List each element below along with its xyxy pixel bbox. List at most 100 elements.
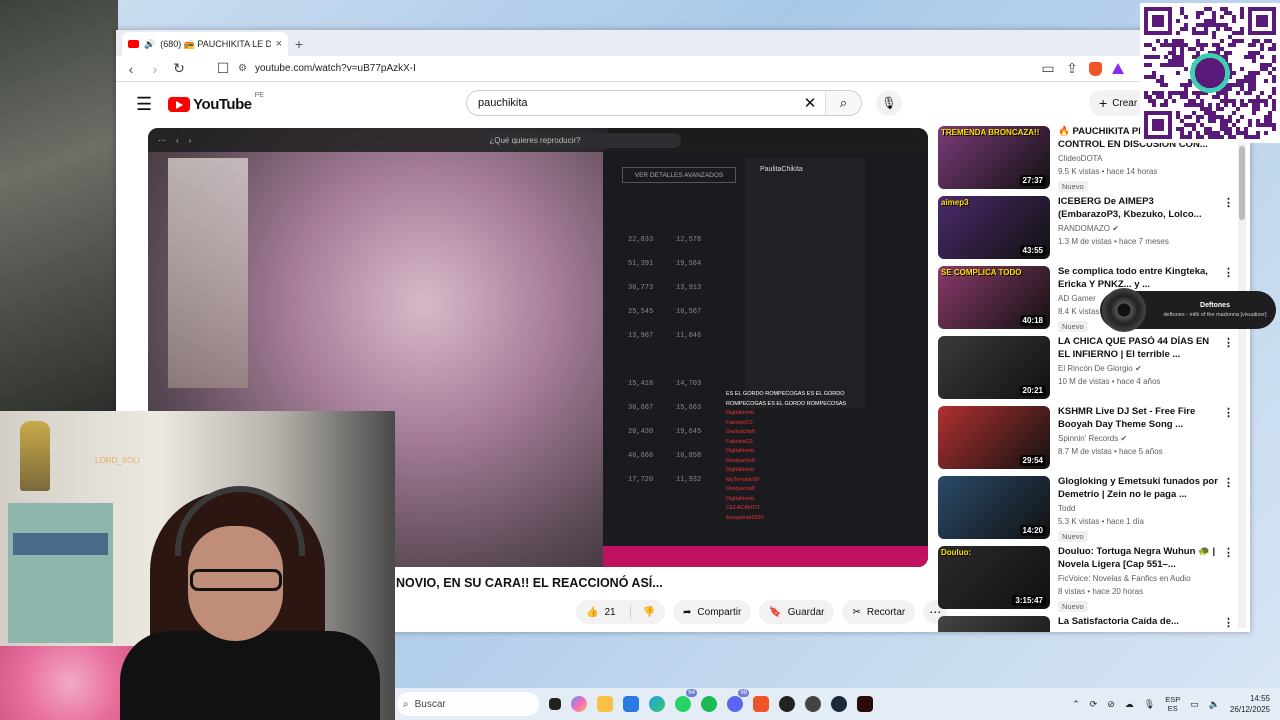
like-button[interactable]: 👍 21 👎 (576, 600, 666, 624)
more-options-icon[interactable]: ⋮ (1223, 196, 1234, 209)
new-tab-button[interactable]: + (288, 32, 310, 56)
more-options-icon[interactable]: ⋮ (1223, 546, 1234, 559)
recommendation-channel[interactable]: El Rincón De Giorgio ✔ (1058, 364, 1218, 373)
menu-icon[interactable]: ☰ (136, 94, 152, 115)
clock[interactable]: 14:55 26/12/2025 (1230, 693, 1270, 715)
recommendation-thumbnail[interactable]: SE COMPLICA TODO 40:18 (938, 266, 1050, 329)
thumbnail-caption: aimep3 (941, 198, 969, 207)
clear-search-icon[interactable]: ✕ (795, 94, 825, 112)
now-playing-widget[interactable]: Deftones deftones - milk of the madonna … (1100, 288, 1276, 332)
recommendation-thumbnail[interactable]: 14:20 (938, 476, 1050, 539)
recommendation-channel[interactable]: RANDOMAZO ✔ (1058, 224, 1218, 233)
language-indicator[interactable]: ESP ES (1165, 695, 1180, 713)
video-duration: 20:21 (1019, 385, 1046, 396)
cast-icon[interactable]: ▭ (1041, 60, 1055, 77)
obs-icon[interactable] (779, 696, 795, 712)
recommendation-thumbnail[interactable] (938, 616, 1050, 632)
recommendation-thumbnail[interactable]: Douluo: 3:15:47 (938, 546, 1050, 609)
recommendation-title[interactable]: Se complica todo entre Kingteka, Ericka … (1058, 266, 1218, 291)
recommendation-channel[interactable]: Todd (1058, 504, 1218, 513)
recommendation-channel[interactable]: Spinnin' Records ✔ (1058, 434, 1218, 443)
tab-active[interactable]: 🔊 (680) 📻 PAUCHIKITA LE DICE × (122, 32, 288, 56)
search-button[interactable]: ⌕ (825, 91, 861, 115)
page-scrollbar[interactable] (1238, 142, 1246, 628)
brave-icon[interactable] (753, 696, 769, 712)
recommendation-title[interactable]: Glogloking y Emetsuki funados por Demetr… (1058, 476, 1218, 501)
recommendation-item[interactable]: 29:54 KSHMR Live DJ Set - Free Fire Booy… (938, 406, 1238, 476)
network-off-icon[interactable]: ⊘ (1107, 699, 1115, 710)
copilot-icon[interactable] (571, 696, 587, 712)
more-options-icon[interactable]: ⋮ (1223, 336, 1234, 349)
screen-number: 46,666 (628, 452, 654, 460)
whatsapp-icon[interactable]: 64 (675, 689, 697, 712)
url-field[interactable]: ☐ ⚙ youtube.com/watch?v=uB77pAzkX-I (196, 60, 1031, 77)
mic-tray-icon[interactable]: 🎙 (1144, 699, 1155, 710)
recommendation-title[interactable]: KSHMR Live DJ Set - Free Fire Booyah Day… (1058, 406, 1218, 431)
recommendation-stats: 8 vistas • hace 20 horas (1058, 587, 1144, 596)
display-icon[interactable]: ▭ (1190, 699, 1199, 710)
save-button[interactable]: 🔖 Guardar (759, 600, 835, 624)
app-icon[interactable] (805, 696, 821, 712)
steam-icon[interactable] (831, 696, 847, 712)
recommendation-title[interactable]: ICEBERG De AIMEP3 (EmbarazoP3, Kbezuko, … (1058, 196, 1218, 221)
webcam-overlay-text: LORD_SOLI (95, 456, 140, 465)
recommendation-thumbnail[interactable]: aimep3 43:55 (938, 196, 1050, 259)
youtube-play-icon (168, 96, 191, 112)
cloud-icon[interactable]: ☁ (1125, 699, 1134, 710)
brave-rewards-icon[interactable] (1112, 63, 1124, 74)
forward-icon[interactable]: › (148, 61, 162, 77)
more-options-icon[interactable]: ⋮ (1223, 616, 1234, 629)
taskbar-search[interactable]: ⌕ Buscar (397, 692, 539, 716)
site-info-icon[interactable]: ⚙ (238, 63, 247, 74)
file-explorer-icon[interactable] (597, 696, 613, 712)
recommendation-channel[interactable]: ClideoDOTA (1058, 154, 1218, 163)
channel-name: RANDOMAZO (1058, 224, 1110, 233)
more-options-icon[interactable]: ⋮ (1223, 266, 1234, 279)
recommendation-title[interactable]: La Satisfactoria Caída de... (1058, 616, 1218, 629)
voice-search-button[interactable]: 🎙 (876, 90, 902, 116)
scrollbar-thumb[interactable] (1239, 146, 1245, 220)
recommendation-channel[interactable]: FicVoice: Novelas & Fanfics en Audio (1058, 574, 1218, 583)
create-button[interactable]: + Crear (1089, 90, 1148, 116)
store-icon[interactable] (623, 696, 639, 712)
volume-icon[interactable]: 🔈 (1209, 699, 1220, 710)
recommendation-title[interactable]: LA CHICA QUE PASÓ 44 DÍAS EN EL INFIERNO… (1058, 336, 1218, 361)
edge-icon[interactable] (649, 696, 665, 712)
close-tab-icon[interactable]: × (276, 38, 282, 50)
tray-expand-icon[interactable]: ⌃ (1072, 699, 1080, 710)
more-options-icon[interactable]: ⋮ (1223, 476, 1234, 489)
bookmark-icon[interactable]: ☐ (216, 60, 230, 77)
back-icon[interactable]: ‹ (124, 61, 138, 77)
riot-icon[interactable] (857, 696, 873, 712)
share-page-icon[interactable]: ⇪ (1065, 60, 1079, 77)
clip-button[interactable]: ✂ Recortar (842, 600, 916, 624)
youtube-logo[interactable]: YouTube PE (168, 92, 264, 113)
search-box: pauchikita ✕ ⌕ (466, 90, 862, 116)
mic-icon: 🎙 (881, 96, 897, 110)
brave-shields-icon[interactable] (1089, 61, 1102, 76)
discord-icon[interactable]: 99 (727, 689, 749, 712)
recommendation-item[interactable]: aimep3 43:55 ICEBERG De AIMEP3 (Embarazo… (938, 196, 1238, 266)
task-view-icon[interactable] (549, 698, 561, 710)
channel-name: AD Gamer (1058, 294, 1096, 303)
tray-app-icon[interactable]: ⟳ (1090, 699, 1098, 710)
recommendation-item[interactable]: La Satisfactoria Caída de... ⋮ (938, 616, 1238, 632)
webcam-person-shirt (120, 631, 380, 720)
recommendation-title[interactable]: Douluo: Tortuga Negra Wuhun 🐢 | Novela L… (1058, 546, 1218, 571)
recommendation-item[interactable]: 14:20 Glogloking y Emetsuki funados por … (938, 476, 1238, 546)
share-button[interactable]: ➦ Compartir (673, 600, 752, 624)
more-options-icon[interactable]: ⋮ (1223, 406, 1234, 419)
album-disc-icon (1102, 288, 1146, 332)
recommendation-item[interactable]: 20:21 LA CHICA QUE PASÓ 44 DÍAS EN EL IN… (938, 336, 1238, 406)
recommendation-thumbnail[interactable]: 20:21 (938, 336, 1050, 399)
spotify-icon[interactable] (701, 696, 717, 712)
recommendation-item[interactable]: Douluo: 3:15:47 Douluo: Tortuga Negra Wu… (938, 546, 1238, 616)
thumbs-down-icon[interactable]: 👎 (643, 607, 655, 618)
reload-icon[interactable]: ↻ (172, 60, 186, 77)
screen-number: 11,932 (676, 476, 702, 484)
search-input[interactable]: pauchikita (467, 97, 795, 109)
screen-chat-line: CELACANTO (726, 505, 760, 511)
recommendation-thumbnail[interactable]: 29:54 (938, 406, 1050, 469)
recommendation-thumbnail[interactable]: TREMENDA BRONCAZA!! 27:37 (938, 126, 1050, 189)
screen-number: 19,645 (676, 428, 702, 436)
